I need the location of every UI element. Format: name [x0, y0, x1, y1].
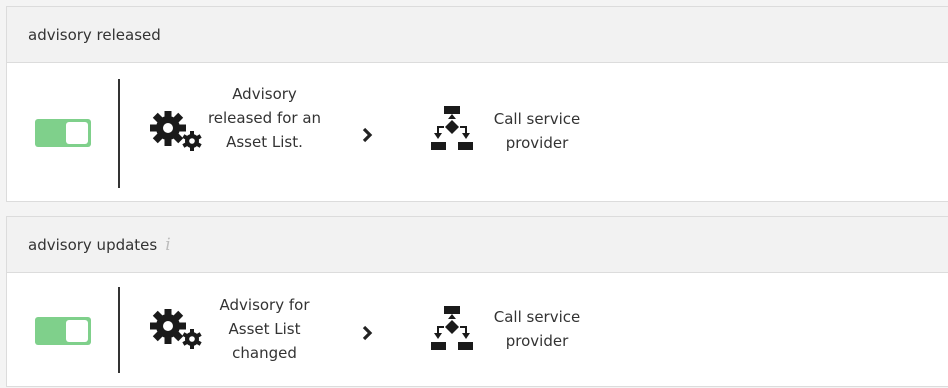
rule-card-advisory-updates: advisory updates i Advisory for Asset Li…	[6, 216, 948, 387]
workflow-icon	[431, 306, 473, 350]
trigger-label: Advisory released for an Asset List.	[207, 85, 322, 151]
rule-card-body: Advisory for Asset List changed Call ser…	[7, 273, 948, 388]
info-icon[interactable]: i	[165, 235, 170, 255]
enable-toggle[interactable]	[35, 119, 91, 147]
gears-icon	[150, 111, 202, 151]
enable-toggle[interactable]	[35, 317, 91, 345]
workflow-icon	[431, 106, 473, 150]
trigger-label: Advisory for Asset List changed	[219, 296, 310, 362]
divider	[118, 79, 120, 188]
chevron-right-icon	[362, 325, 373, 341]
action-label: Call service provider	[493, 110, 581, 152]
rule-card-header: advisory released	[7, 7, 948, 63]
action-label: Call service provider	[493, 308, 581, 350]
chevron-right-icon	[362, 127, 373, 143]
rule-card-header: advisory updates i	[7, 217, 948, 273]
divider	[118, 287, 120, 373]
rule-card-advisory-released: advisory released Advisory released for …	[6, 6, 948, 202]
rule-title: advisory updates	[28, 235, 158, 254]
rule-card-body: Advisory released for an Asset List. Cal…	[7, 63, 948, 203]
toggle-knob	[66, 122, 88, 144]
toggle-knob	[66, 320, 88, 342]
rule-title: advisory released	[28, 25, 161, 44]
gears-icon	[150, 309, 202, 349]
